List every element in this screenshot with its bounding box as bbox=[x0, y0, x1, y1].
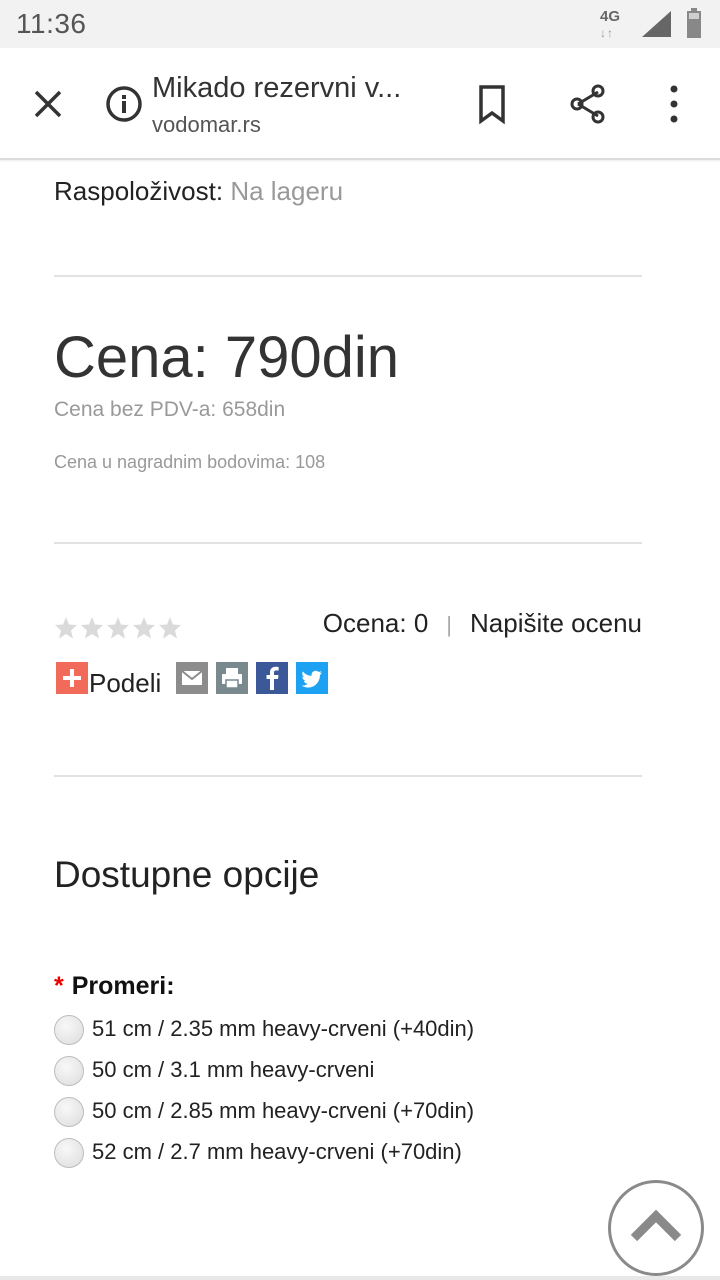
email-icon[interactable] bbox=[176, 662, 208, 694]
option-item[interactable]: 50 cm / 3.1 mm heavy-crveni bbox=[54, 1056, 642, 1090]
network-4g-icon: 4G ↓↑ bbox=[598, 6, 628, 40]
option-radio[interactable] bbox=[54, 1138, 84, 1168]
share-icon[interactable] bbox=[566, 82, 610, 126]
more-vert-icon[interactable] bbox=[660, 82, 688, 126]
info-icon[interactable] bbox=[104, 84, 144, 124]
browser-toolbar: Mikado rezervni v... vodomar.rs bbox=[0, 48, 720, 160]
option-label[interactable]: 52 cm / 2.7 mm heavy-crveni (+70din) bbox=[92, 1139, 462, 1165]
rating-separator: | bbox=[446, 612, 452, 637]
star-icon[interactable] bbox=[54, 616, 78, 640]
availability-label: Raspoloživost: bbox=[54, 176, 224, 206]
bottom-edge bbox=[0, 1276, 720, 1280]
divider bbox=[54, 542, 642, 544]
signal-icon bbox=[642, 11, 671, 37]
availability-value: Na lageru bbox=[230, 176, 344, 206]
availability: Raspoloživost: Na lageru bbox=[54, 176, 343, 207]
divider bbox=[54, 275, 642, 277]
price: Cena: 790din bbox=[54, 325, 400, 390]
option-label[interactable]: 50 cm / 3.1 mm heavy-crveni bbox=[92, 1057, 374, 1083]
option-radio[interactable] bbox=[54, 1015, 84, 1045]
options-group-text: Promeri: bbox=[71, 972, 175, 1000]
facebook-icon[interactable] bbox=[256, 662, 288, 694]
status-bar: 11:36 4G ↓↑ bbox=[0, 0, 720, 48]
price-without-vat: Cena bez PDV-a: 658din bbox=[54, 398, 286, 421]
network-type: 4G bbox=[600, 8, 621, 25]
status-time: 11:36 bbox=[16, 8, 87, 39]
star-icon[interactable] bbox=[80, 616, 104, 640]
option-radio[interactable] bbox=[54, 1056, 84, 1086]
options-group-label: * Promeri: bbox=[54, 972, 175, 1001]
option-label[interactable]: 50 cm / 2.85 mm heavy-crveni (+70din) bbox=[92, 1098, 474, 1124]
option-radio[interactable] bbox=[54, 1097, 84, 1127]
twitter-icon[interactable] bbox=[296, 662, 328, 694]
star-icon[interactable] bbox=[106, 616, 130, 640]
battery-icon bbox=[687, 8, 701, 38]
option-item[interactable]: 50 cm / 2.85 mm heavy-crveni (+70din) bbox=[54, 1097, 642, 1131]
write-review-link[interactable]: Napišite ocenu bbox=[470, 608, 642, 638]
star-icon[interactable] bbox=[132, 616, 156, 640]
print-icon[interactable] bbox=[216, 662, 248, 694]
bookmark-icon[interactable] bbox=[472, 82, 512, 126]
divider bbox=[54, 775, 642, 777]
price-in-points: Cena u nagradnim bodovima: 108 bbox=[54, 452, 326, 472]
scroll-to-top-button[interactable] bbox=[608, 1180, 704, 1276]
close-icon[interactable] bbox=[28, 84, 68, 124]
share-plus-icon[interactable] bbox=[56, 662, 88, 694]
network-arrows: ↓↑ bbox=[600, 26, 614, 40]
rating-summary: Ocena: 0 | Napišite ocenu bbox=[323, 608, 642, 639]
star-icon[interactable] bbox=[158, 616, 182, 640]
option-item[interactable]: 51 cm / 2.35 mm heavy-crveni (+40din) bbox=[54, 1015, 642, 1049]
share-label[interactable]: Podeli bbox=[89, 668, 161, 699]
rating-stars[interactable] bbox=[54, 616, 182, 640]
option-item[interactable]: 52 cm / 2.7 mm heavy-crveni (+70din) bbox=[54, 1138, 642, 1172]
page-url[interactable]: vodomar.rs bbox=[152, 112, 261, 138]
page-title[interactable]: Mikado rezervni v... bbox=[152, 72, 452, 105]
option-label[interactable]: 51 cm / 2.35 mm heavy-crveni (+40din) bbox=[92, 1016, 474, 1042]
required-marker: * bbox=[54, 972, 64, 1000]
rating-label: Ocena: 0 bbox=[322, 608, 429, 638]
options-title: Dostupne opcije bbox=[54, 854, 320, 895]
chevron-up-icon bbox=[630, 1209, 682, 1242]
